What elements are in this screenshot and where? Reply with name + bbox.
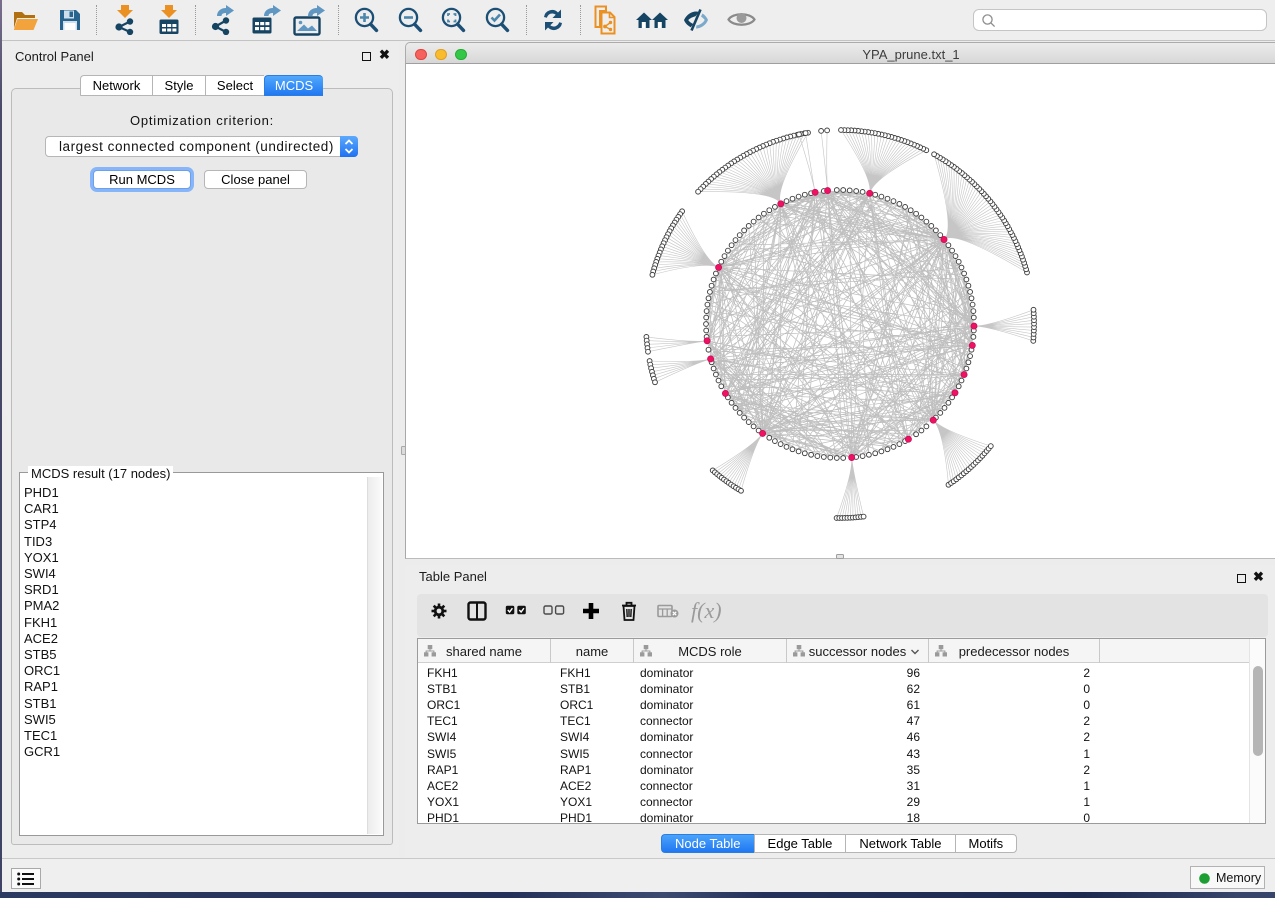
svg-text:f(x): f(x) [691,598,722,623]
